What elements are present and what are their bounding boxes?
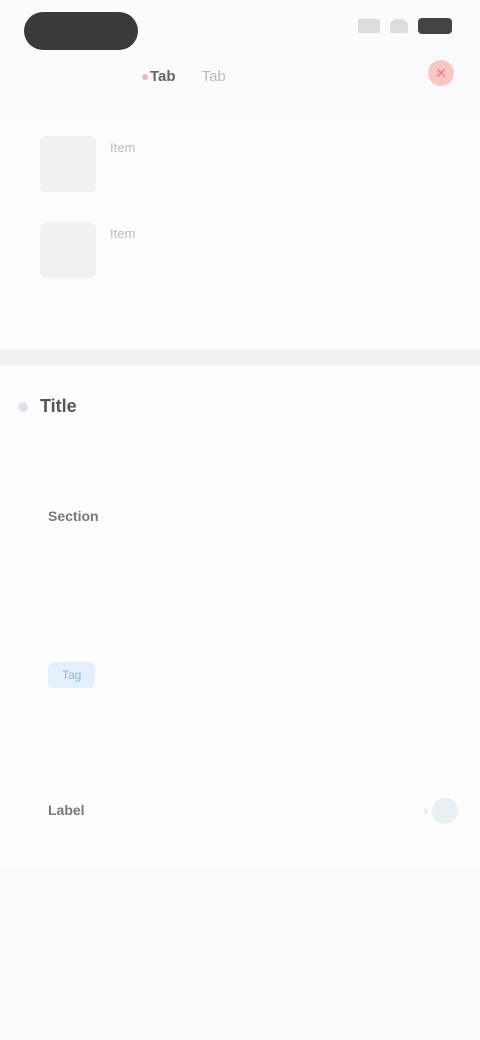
status-time-pill — [24, 12, 138, 50]
tag-chip[interactable]: Tag — [48, 662, 96, 688]
list-item-name: Item — [110, 226, 136, 241]
status-bar — [0, 0, 480, 60]
list-item[interactable]: Item — [40, 130, 460, 200]
tab-0[interactable]: Tab — [142, 68, 176, 85]
tab-label: Tab — [150, 68, 176, 85]
list-item[interactable]: Item — [40, 216, 460, 286]
detail-title: Title — [40, 396, 77, 416]
detail-title-row: Title — [18, 396, 77, 417]
detail-section: Title Section Tag Label › — [0, 366, 480, 866]
footer-row[interactable]: Label › — [48, 798, 458, 828]
close-icon: ✕ — [435, 65, 447, 81]
section-divider — [0, 350, 480, 366]
tab-1[interactable]: Tab — [202, 68, 226, 85]
chevron-right-icon: › — [423, 802, 428, 818]
bottom-area — [0, 866, 480, 1040]
thumbnail — [40, 136, 96, 192]
list-section: Item Item — [0, 120, 480, 350]
active-indicator-icon — [142, 74, 148, 80]
tag-row: Tag — [48, 662, 113, 688]
thumbnail — [40, 222, 96, 278]
title-icon — [18, 401, 28, 412]
close-button[interactable]: ✕ — [428, 60, 454, 86]
battery-icon — [418, 18, 452, 34]
signal-icon — [358, 19, 380, 33]
system-icons — [358, 18, 452, 34]
tabs: Tab Tab — [142, 68, 226, 85]
wifi-icon — [390, 19, 408, 33]
footer-label: Label — [48, 802, 85, 818]
info-icon[interactable] — [432, 798, 458, 824]
list-item-name: Item — [110, 140, 136, 155]
detail-section-label: Section — [48, 508, 99, 524]
top-tabs-bar: Tab Tab — [0, 60, 480, 100]
